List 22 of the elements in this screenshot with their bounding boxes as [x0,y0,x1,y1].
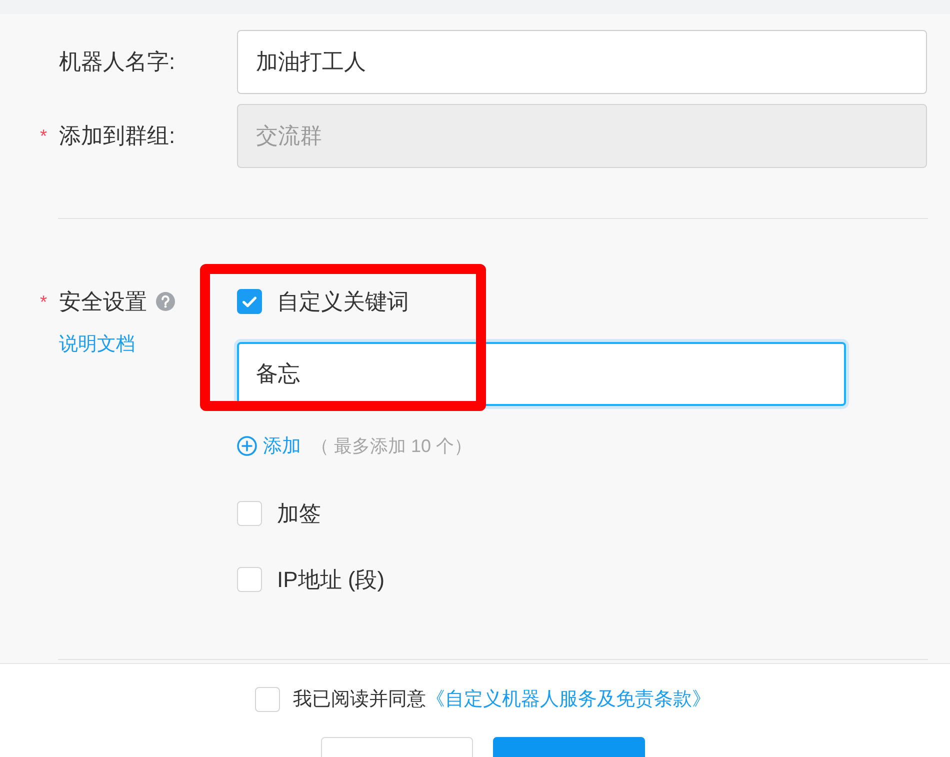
agreement-text: 我已阅读并同意 [293,688,426,712]
check-icon [242,296,257,308]
checkbox[interactable] [237,289,262,314]
field-label: 机器人名字: [59,48,176,76]
required-asterisk: * [40,292,48,310]
checkbox[interactable] [237,567,262,592]
plus-circle-icon [237,436,257,456]
limit-hint: （ 最多添加 10 个） [311,435,472,458]
option-label: 自定义关键词 [277,288,409,316]
add-link[interactable]: 添加 [237,433,301,459]
field-label: 添加到群组: [59,122,176,150]
checkbox[interactable] [255,686,280,712]
required-asterisk: * [40,127,48,145]
keyword-field[interactable]: 备忘 [237,342,846,406]
option-label: IP地址 (段) [277,566,385,594]
section-label: 安全设置 [59,288,147,316]
help-icon[interactable] [156,292,175,311]
terms-link[interactable]: 《自定义机器人服务及免责条款》 [426,686,711,712]
doc-link[interactable]: 说明文档 [59,331,135,357]
text-field[interactable]: 加油打工人 [237,30,927,94]
checkbox[interactable] [237,501,262,526]
option-label: 加签 [277,500,321,528]
